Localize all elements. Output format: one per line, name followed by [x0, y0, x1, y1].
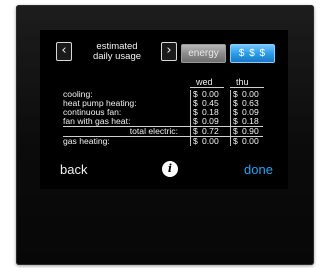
table-row: fan with gas heat: $0.09 $0.18 [40, 117, 288, 126]
row-label: total electric: [129, 126, 178, 136]
chevron-right-icon[interactable]: › [161, 42, 177, 61]
cell-wed: $0.72 [190, 127, 219, 136]
value: 0.09 [202, 116, 219, 126]
tab-cost[interactable]: $ $ $ [230, 44, 275, 63]
column-divider [230, 87, 264, 88]
back-button[interactable]: back [60, 163, 87, 176]
currency-symbol: $ [233, 136, 238, 146]
cell-wed: $0.09 [190, 117, 219, 126]
value: 0.00 [202, 136, 219, 146]
currency-symbol: $ [193, 126, 198, 136]
chevron-left-icon[interactable]: ‹ [56, 42, 72, 61]
page-title: estimated daily usage [74, 42, 160, 61]
column-header-thu: thu [236, 77, 249, 87]
currency-symbol: $ [233, 126, 238, 136]
row-label: gas heating: [63, 136, 110, 146]
value: 0.90 [242, 126, 259, 136]
thermostat-screen: ‹ estimated daily usage › energy $ $ $ w… [40, 30, 288, 189]
value: 0.00 [242, 136, 259, 146]
table-row-total: total electric: $0.72 $0.90 [40, 127, 288, 136]
tab-energy[interactable]: energy [181, 44, 226, 63]
info-icon[interactable]: i [162, 161, 178, 177]
value: 0.18 [242, 116, 259, 126]
currency-symbol: $ [233, 116, 238, 126]
cell-thu: $0.90 [230, 127, 259, 136]
currency-symbol: $ [193, 116, 198, 126]
cell-thu: $0.00 [230, 137, 259, 146]
cell-thu: $0.18 [230, 117, 259, 126]
currency-symbol: $ [193, 136, 198, 146]
table-row: gas heating: $0.00 $0.00 [40, 137, 288, 146]
column-divider [190, 87, 224, 88]
row-label: fan with gas heat: [63, 116, 131, 126]
value: 0.72 [202, 126, 219, 136]
cell-wed: $0.00 [190, 137, 219, 146]
title-line-2: daily usage [92, 50, 142, 62]
done-button[interactable]: done [244, 163, 273, 176]
column-header-wed: wed [196, 77, 213, 87]
